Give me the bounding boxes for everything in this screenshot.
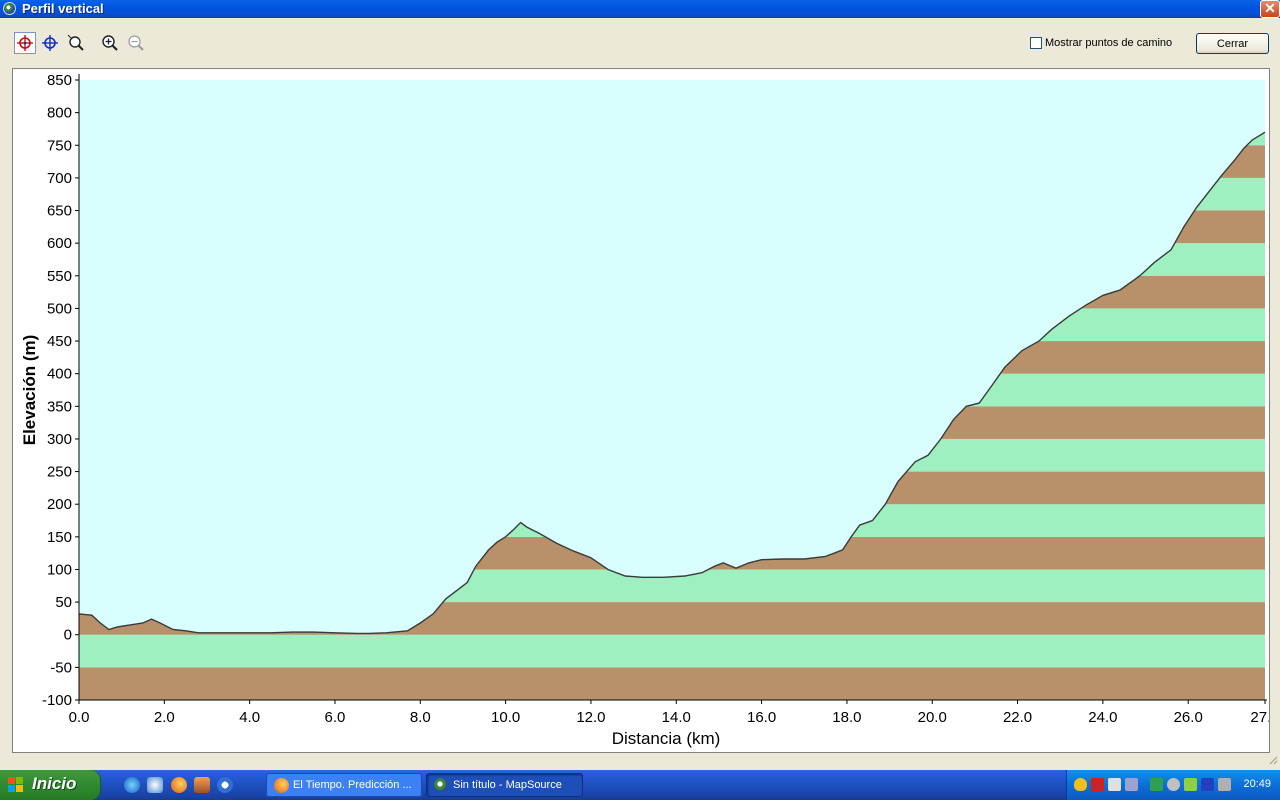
y-tick-label: 350 bbox=[47, 398, 72, 415]
resize-grip-icon[interactable] bbox=[1268, 755, 1278, 765]
adobe-icon[interactable] bbox=[1091, 778, 1104, 791]
y-tick-label: 850 bbox=[47, 72, 72, 89]
window-close-button[interactable]: ✕ bbox=[1260, 0, 1280, 18]
x-tick-label: 0.0 bbox=[69, 709, 90, 726]
x-tick-label: 24.0 bbox=[1088, 709, 1117, 726]
x-tick-label: 26.0 bbox=[1174, 709, 1203, 726]
elevation-profile-chart[interactable]: 8508007507006506005505004504003503002502… bbox=[13, 69, 1269, 752]
window-titlebar[interactable]: Perfil vertical ✕ bbox=[0, 0, 1280, 18]
y-tick-label: 550 bbox=[47, 268, 72, 285]
ie-icon[interactable] bbox=[124, 777, 140, 793]
clock: 20:49 bbox=[1243, 778, 1271, 790]
x-tick-label: 20.0 bbox=[918, 709, 947, 726]
crosshair-tool-button[interactable] bbox=[39, 32, 61, 54]
audio-icon[interactable] bbox=[1167, 778, 1180, 791]
y-tick-label: 500 bbox=[47, 300, 72, 317]
task-el-tiempo[interactable]: El Tiempo. Predicción ... bbox=[266, 773, 422, 797]
select-tool-button[interactable] bbox=[14, 32, 36, 54]
x-axis-label: Distancia (km) bbox=[612, 729, 721, 748]
y-tick-label: 650 bbox=[47, 203, 72, 220]
antivirus-icon[interactable] bbox=[1184, 778, 1197, 791]
start-button[interactable]: Inicio bbox=[0, 770, 101, 800]
network-icon[interactable] bbox=[1108, 778, 1121, 791]
x-tick-label: 8.0 bbox=[410, 709, 431, 726]
window-title: Perfil vertical bbox=[22, 1, 104, 16]
zoom-in-button[interactable] bbox=[99, 32, 121, 54]
task-label: Sin título - MapSource bbox=[453, 779, 562, 791]
windows-media-player-icon[interactable] bbox=[217, 777, 233, 793]
display-icon[interactable] bbox=[1201, 778, 1214, 791]
x-tick-label: 4.0 bbox=[239, 709, 260, 726]
y-tick-label: 450 bbox=[47, 333, 72, 350]
y-tick-label: 800 bbox=[47, 105, 72, 122]
toolbar: Mostrar puntos de camino Cerrar bbox=[0, 18, 1280, 68]
zoom-area-button[interactable] bbox=[65, 32, 87, 54]
system-tray: 20:49 bbox=[1066, 770, 1280, 800]
x-tick-label: 18.0 bbox=[832, 709, 861, 726]
y-tick-label: 100 bbox=[47, 561, 72, 578]
zoom-out-icon bbox=[128, 35, 144, 51]
y-tick-label: 200 bbox=[47, 496, 72, 513]
mapsource-icon bbox=[434, 778, 449, 793]
close-button[interactable]: Cerrar bbox=[1196, 33, 1269, 54]
y-tick-label: 750 bbox=[47, 137, 72, 154]
x-tick-label: 27.8 bbox=[1250, 709, 1269, 726]
volume-icon[interactable] bbox=[1150, 778, 1163, 791]
x-tick-label: 10.0 bbox=[491, 709, 520, 726]
y-tick-label: 250 bbox=[47, 464, 72, 481]
y-axis-label: Elevación (m) bbox=[20, 335, 39, 446]
firefox-icon bbox=[274, 778, 289, 793]
x-tick-label: 14.0 bbox=[662, 709, 691, 726]
x-tick-label: 22.0 bbox=[1003, 709, 1032, 726]
show-waypoints-label: Mostrar puntos de camino bbox=[1045, 37, 1173, 49]
firefox-icon[interactable] bbox=[171, 777, 187, 793]
outlook-express-icon[interactable] bbox=[147, 777, 163, 793]
elevation-band bbox=[79, 667, 1265, 700]
elevation-band bbox=[79, 634, 1265, 668]
x-tick-label: 12.0 bbox=[576, 709, 605, 726]
task-label: El Tiempo. Predicción ... bbox=[293, 779, 412, 791]
y-tick-label: 50 bbox=[55, 594, 72, 611]
show-waypoints-checkbox[interactable] bbox=[1030, 37, 1042, 49]
messenger-icon[interactable] bbox=[1125, 778, 1138, 791]
y-tick-label: -50 bbox=[50, 659, 72, 676]
start-label: Inicio bbox=[32, 774, 77, 793]
mapsource-app-icon bbox=[3, 2, 16, 15]
media-icon[interactable] bbox=[194, 777, 210, 793]
y-tick-label: 300 bbox=[47, 431, 72, 448]
y-tick-label: 700 bbox=[47, 170, 72, 187]
network-monitor-icon[interactable] bbox=[1218, 778, 1231, 791]
windows-flag-icon bbox=[8, 777, 23, 792]
task-mapsource[interactable]: Sin título - MapSource bbox=[426, 773, 583, 797]
y-tick-label: 0 bbox=[64, 627, 72, 644]
x-tick-label: 6.0 bbox=[325, 709, 346, 726]
security-shield-icon[interactable] bbox=[1074, 778, 1087, 791]
taskbar: Inicio El Tiempo. Predicción ... Sin tít… bbox=[0, 770, 1280, 800]
zoom-area-icon bbox=[67, 34, 84, 51]
zoom-out-button[interactable] bbox=[125, 32, 147, 54]
y-tick-label: 400 bbox=[47, 366, 72, 383]
select-crosshair-red-icon bbox=[17, 35, 33, 51]
y-tick-label: 150 bbox=[47, 529, 72, 546]
y-tick-label: 600 bbox=[47, 235, 72, 252]
zoom-in-icon bbox=[102, 35, 118, 51]
x-tick-label: 16.0 bbox=[747, 709, 776, 726]
elevation-profile-panel: 850 800 750 700 650 600 550 500 450 400 350 300 250 2… bbox=[12, 68, 1270, 753]
show-waypoints-toggle[interactable]: Mostrar puntos de camino bbox=[1030, 37, 1172, 49]
y-tick-label: -100 bbox=[42, 692, 72, 709]
x-tick-label: 2.0 bbox=[154, 709, 175, 726]
crosshair-blue-icon bbox=[42, 35, 58, 51]
